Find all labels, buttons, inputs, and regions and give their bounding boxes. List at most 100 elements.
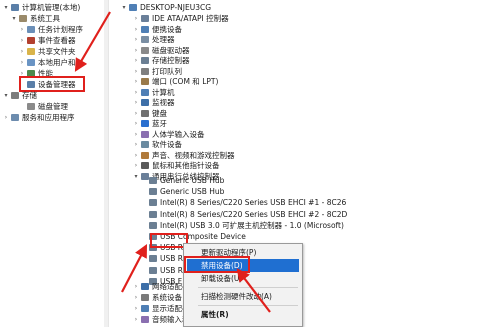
device-category-icon — [141, 151, 149, 159]
usb-device-item[interactable]: Intel(R) USB 3.0 可扩展主机控制器 - 1.0 (Microso… — [148, 220, 344, 231]
device-category-icon — [141, 130, 149, 138]
usb-icon — [149, 210, 157, 218]
expand-icon[interactable]: › — [132, 281, 140, 292]
tree-event-viewer[interactable]: › 事件查看器 — [18, 35, 76, 46]
expand-icon[interactable]: › — [132, 108, 140, 119]
device-category[interactable]: › 监视器 — [132, 97, 175, 108]
expand-icon[interactable]: › — [132, 314, 140, 325]
expand-icon[interactable]: › — [132, 76, 140, 87]
device-category-icon — [141, 305, 149, 312]
usb-device-item[interactable]: USB R — [148, 253, 183, 264]
usb-icon — [149, 199, 157, 207]
tree-storage[interactable]: ▾ 存储 — [2, 90, 37, 101]
device-category-icon — [141, 162, 149, 169]
device-category[interactable]: › 存储控制器 — [132, 55, 190, 66]
collapse-icon[interactable]: ▾ — [2, 2, 10, 13]
folder-icon — [27, 48, 35, 55]
left-scrollbar[interactable] — [104, 0, 108, 327]
expand-icon[interactable]: › — [132, 87, 140, 98]
tree-disk-management[interactable]: 磁盘管理 — [18, 101, 68, 112]
usb-icon — [149, 266, 157, 274]
device-category[interactable]: › 计算机 — [132, 87, 175, 98]
device-category-icon — [141, 120, 149, 127]
expand-icon[interactable]: › — [132, 97, 140, 108]
tree-services[interactable]: › 服务和应用程序 — [2, 112, 75, 123]
usb-device-item[interactable]: USB R — [148, 265, 183, 276]
device-category-icon — [141, 141, 149, 148]
collapse-icon[interactable]: ▾ — [10, 13, 18, 24]
menu-properties[interactable]: 属性(R) — [187, 308, 299, 321]
expand-icon[interactable]: › — [18, 46, 26, 57]
expand-icon[interactable]: › — [18, 35, 26, 46]
tools-icon — [19, 15, 27, 22]
usb-device-item[interactable]: Intel(R) 8 Series/C220 Series USB EHCI #… — [148, 209, 347, 220]
device-category[interactable]: › 键盘 — [132, 108, 167, 119]
device-category[interactable]: › 打印队列 — [132, 66, 182, 77]
expand-icon[interactable]: › — [18, 57, 26, 68]
device-category[interactable]: › 便携设备 — [132, 24, 182, 35]
device-category[interactable]: › 磁盘驱动器 — [132, 45, 190, 56]
device-category[interactable]: › 鼠标和其他指针设备 — [132, 160, 220, 171]
device-category[interactable]: › 软件设备 — [132, 139, 182, 150]
clock-icon — [27, 26, 35, 33]
usb-device-item[interactable]: Generic USB Hub — [148, 186, 224, 197]
collapse-icon[interactable]: ▾ — [2, 90, 10, 101]
expand-icon[interactable]: › — [18, 24, 26, 35]
expand-icon[interactable]: › — [132, 160, 140, 171]
expand-icon[interactable]: › — [132, 24, 140, 35]
expand-icon[interactable]: › — [132, 292, 140, 303]
menu-uninstall-device[interactable]: 卸载设备(U) — [187, 272, 299, 285]
device-category-icon — [141, 67, 149, 75]
expand-icon[interactable]: › — [132, 129, 140, 140]
left-tree-pane: ▾ 计算机管理(本地) ▾ 系统工具 › 任务计划程序 › 事件查看器 › 共享文件夹 ›… — [0, 0, 109, 327]
device-category[interactable]: › 端口 (COM 和 LPT) — [132, 76, 219, 87]
device-category-icon — [141, 283, 149, 290]
services-icon — [11, 114, 19, 121]
expand-icon[interactable]: › — [132, 45, 140, 56]
expand-icon[interactable]: › — [132, 55, 140, 66]
expand-icon[interactable]: › — [132, 118, 140, 129]
expand-icon[interactable]: › — [132, 303, 140, 314]
computer-node[interactable]: ▾ DESKTOP-NJEU3CG — [120, 2, 211, 13]
expand-icon[interactable]: › — [132, 139, 140, 150]
device-category[interactable]: › IDE ATA/ATAPI 控制器 — [132, 13, 229, 24]
device-category[interactable]: › 网络适配器 — [132, 281, 190, 292]
device-category[interactable]: › 处理器 — [132, 34, 175, 45]
menu-scan-hardware[interactable]: 扫描检测硬件改动(A) — [187, 290, 299, 303]
device-category[interactable]: › 系统设备 — [132, 292, 182, 303]
disable-device-highlight — [184, 256, 250, 273]
tree-local-users[interactable]: › 本地用户和 — [18, 57, 76, 68]
computer-icon — [129, 4, 137, 11]
device-category-icon — [141, 15, 149, 22]
usb-device-item[interactable]: Intel(R) 8 Series/C220 Series USB EHCI #… — [148, 197, 346, 208]
device-category-icon — [141, 46, 149, 54]
device-category[interactable]: › 蓝牙 — [132, 118, 167, 129]
device-tree-pane: ▾ DESKTOP-NJEU3CG › IDE ATA/ATAPI 控制器 › 便携设备… — [110, 0, 500, 327]
device-category[interactable]: › 声音、视频和游戏控制器 — [132, 150, 235, 161]
usb-icon — [149, 177, 157, 184]
device-category-icon — [141, 99, 149, 106]
device-category[interactable]: › 显示适配器 — [132, 303, 190, 314]
usb-device-item[interactable]: Generic USB Hub — [148, 175, 224, 186]
storage-icon — [11, 92, 19, 99]
tree-system-tools[interactable]: ▾ 系统工具 — [10, 13, 60, 24]
collapse-icon[interactable]: ▾ — [120, 2, 128, 13]
usb-icon — [149, 221, 157, 229]
device-category-icon — [141, 316, 149, 323]
usb-icon — [149, 255, 157, 263]
users-icon — [27, 59, 35, 66]
tree-root[interactable]: ▾ 计算机管理(本地) — [2, 2, 80, 13]
device-category-icon — [141, 57, 149, 64]
device-category[interactable]: › 人体学输入设备 — [132, 129, 205, 140]
collapse-icon[interactable]: ▾ — [132, 171, 140, 182]
expand-icon[interactable]: › — [132, 13, 140, 24]
expand-icon[interactable]: › — [132, 66, 140, 77]
tree-task-scheduler[interactable]: › 任务计划程序 — [18, 24, 83, 35]
tree-shared-folders[interactable]: › 共享文件夹 — [18, 46, 76, 57]
usb-icon — [149, 188, 157, 196]
expand-icon[interactable]: › — [2, 112, 10, 123]
expand-icon[interactable]: › — [132, 34, 140, 45]
expand-icon[interactable]: › — [132, 150, 140, 161]
device-category-icon — [141, 109, 149, 117]
device-category-icon — [141, 78, 149, 85]
